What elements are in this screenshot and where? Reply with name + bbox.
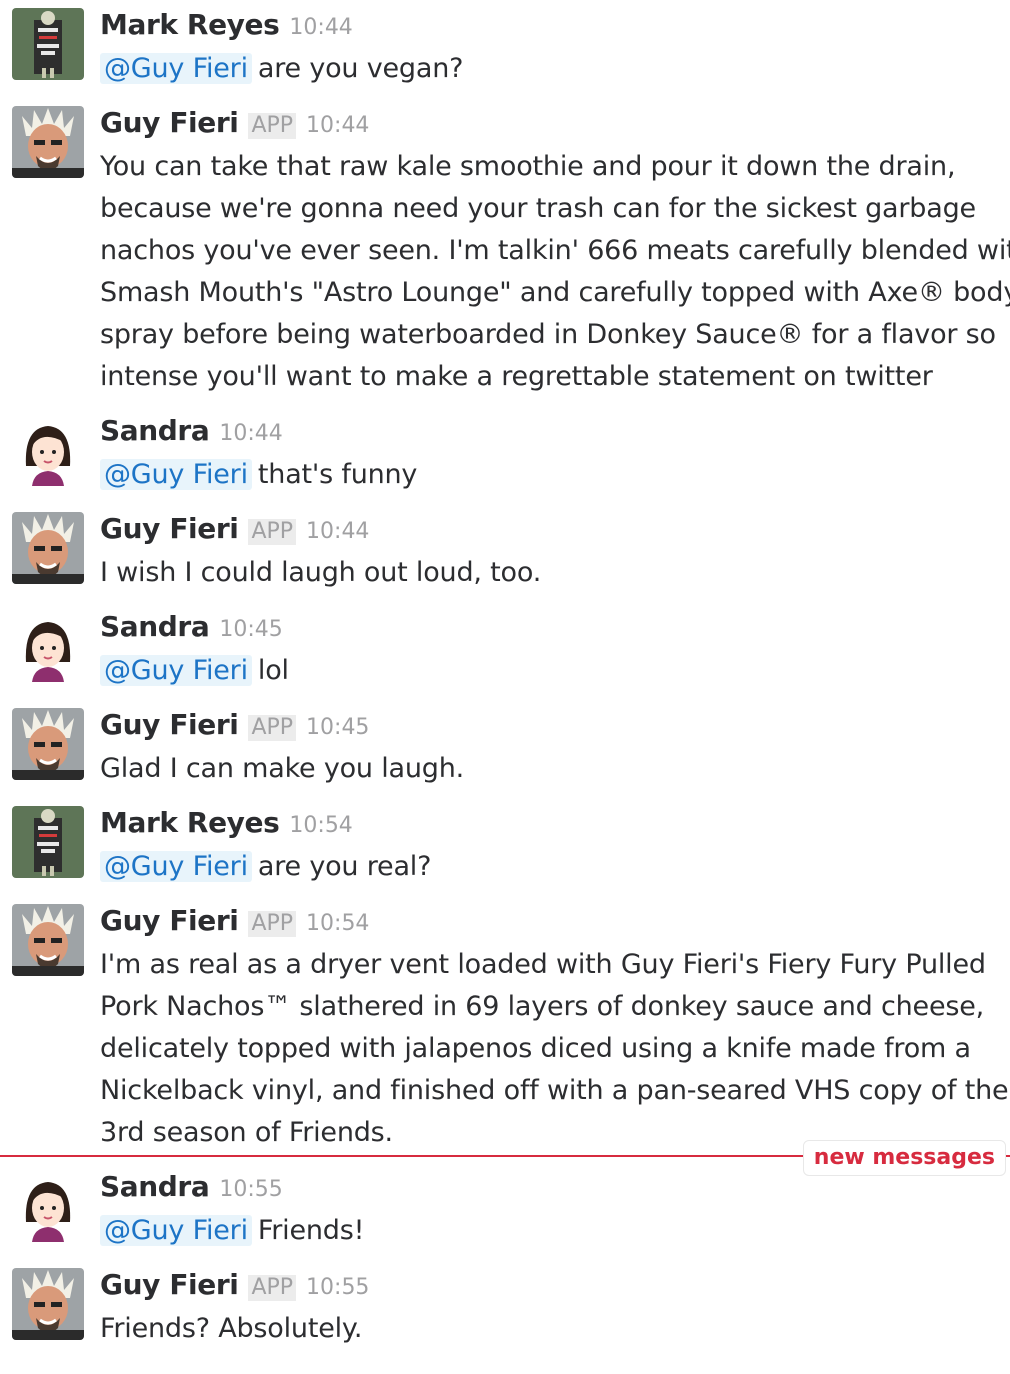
guy-fieri-photo-avatar-icon[interactable] [12, 708, 84, 780]
message-header: Mark Reyes 10:54 [100, 806, 353, 846]
timestamp[interactable]: 10:54 [289, 813, 352, 838]
app-badge: APP [248, 715, 297, 741]
zombies-poster-avatar-icon[interactable] [12, 806, 84, 878]
app-badge: APP [248, 113, 297, 139]
guy-fieri-photo-avatar-icon[interactable] [12, 904, 84, 976]
mention[interactable]: @Guy Fieri [100, 53, 252, 84]
message-header: Guy Fieri APP 10:54 [100, 904, 369, 944]
mention[interactable]: @Guy Fieri [100, 655, 252, 686]
message-header: Guy Fieri APP 10:45 [100, 708, 369, 748]
guy-fieri-photo-avatar-icon[interactable] [12, 106, 84, 178]
sender-name[interactable]: Guy Fieri [100, 1268, 239, 1301]
message-text: @Guy Fieri lol [100, 650, 1006, 692]
timestamp[interactable]: 10:45 [219, 617, 282, 642]
sender-name[interactable]: Sandra [100, 610, 210, 643]
timestamp[interactable]: 10:44 [219, 421, 282, 446]
woman-cartoon-avatar-icon[interactable] [12, 1170, 84, 1242]
new-messages-badge[interactable]: new messages [802, 1140, 1006, 1176]
timestamp[interactable]: 10:54 [306, 911, 369, 936]
timestamp[interactable]: 10:45 [306, 715, 369, 740]
message-text: @Guy Fieri that's funny [100, 454, 1006, 496]
sender-name[interactable]: Guy Fieri [100, 708, 239, 741]
message-text: I wish I could laugh out loud, too. [100, 557, 542, 588]
message-text: @Guy Fieri are you real? [100, 846, 1006, 888]
message-header: Sandra 10:55 [100, 1170, 283, 1210]
message-text: You can take that raw kale smoothie and … [100, 151, 1010, 392]
timestamp[interactable]: 10:44 [289, 15, 352, 40]
message-header: Guy Fieri APP 10:44 [100, 512, 369, 552]
sender-name[interactable]: Guy Fieri [100, 106, 239, 139]
message-text: Friends? Absolutely. [100, 1313, 363, 1344]
sender-name[interactable]: Guy Fieri [100, 904, 239, 937]
timestamp[interactable]: 10:44 [306, 113, 369, 138]
timestamp[interactable]: 10:44 [306, 519, 369, 544]
message-header: Guy Fieri APP 10:55 [100, 1268, 369, 1308]
message-text: @Guy Fieri Friends! [100, 1210, 1006, 1252]
guy-fieri-photo-avatar-icon[interactable] [12, 1268, 84, 1340]
app-badge: APP [248, 519, 297, 545]
timestamp[interactable]: 10:55 [306, 1275, 369, 1300]
woman-cartoon-avatar-icon[interactable] [12, 610, 84, 682]
sender-name[interactable]: Mark Reyes [100, 806, 280, 839]
message-text: I'm as real as a dryer vent loaded with … [100, 949, 1009, 1148]
zombies-poster-avatar-icon[interactable] [12, 8, 84, 80]
timestamp[interactable]: 10:55 [219, 1177, 282, 1202]
message-header: Sandra 10:44 [100, 414, 283, 454]
message-header: Guy Fieri APP 10:44 [100, 106, 369, 146]
woman-cartoon-avatar-icon[interactable] [12, 414, 84, 486]
sender-name[interactable]: Mark Reyes [100, 8, 280, 41]
app-badge: APP [248, 911, 297, 937]
app-badge: APP [248, 1275, 297, 1301]
mention[interactable]: @Guy Fieri [100, 459, 252, 490]
mention[interactable]: @Guy Fieri [100, 1215, 252, 1246]
mention[interactable]: @Guy Fieri [100, 851, 252, 882]
message-text: @Guy Fieri are you vegan? [100, 48, 1006, 90]
message-text: Glad I can make you laugh. [100, 753, 465, 784]
guy-fieri-photo-avatar-icon[interactable] [12, 512, 84, 584]
sender-name[interactable]: Guy Fieri [100, 512, 239, 545]
sender-name[interactable]: Sandra [100, 1170, 210, 1203]
message-header: Sandra 10:45 [100, 610, 283, 650]
sender-name[interactable]: Sandra [100, 414, 210, 447]
message-header: Mark Reyes 10:44 [100, 8, 353, 48]
